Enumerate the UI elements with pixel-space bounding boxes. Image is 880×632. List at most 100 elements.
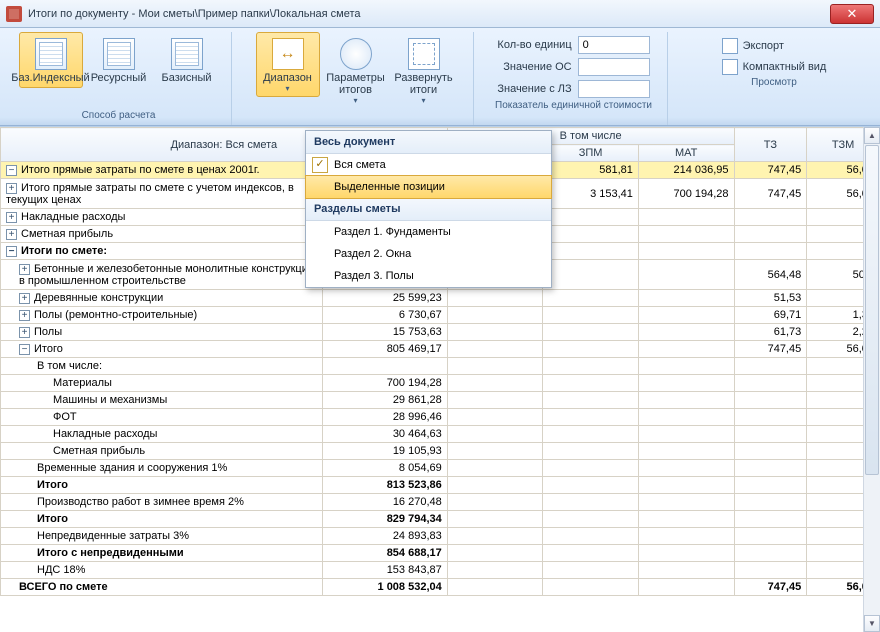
- tree-toggle-icon[interactable]: +: [19, 327, 30, 338]
- cell: [638, 460, 734, 477]
- export-icon: [722, 38, 738, 54]
- row-label: Деревянные конструкции: [34, 292, 163, 304]
- table-row[interactable]: ФОТ28 996,46: [1, 409, 880, 426]
- table-row[interactable]: Итого с непредвиденными 854 688,17: [1, 545, 880, 562]
- cell: [447, 477, 543, 494]
- table-row[interactable]: Накладные расходы30 464,63: [1, 426, 880, 443]
- cell: [638, 392, 734, 409]
- cell: 1 008 532,04: [323, 579, 448, 596]
- cell: [734, 562, 807, 579]
- cell: [543, 579, 639, 596]
- cell: [447, 426, 543, 443]
- cell: [447, 528, 543, 545]
- table-row[interactable]: +Полы15 753,6361,732,23: [1, 324, 880, 341]
- cell: [638, 324, 734, 341]
- tree-toggle-icon[interactable]: +: [6, 229, 17, 240]
- range-icon: [272, 38, 304, 70]
- row-label: Сметная прибыль: [53, 445, 145, 457]
- row-label: ВСЕГО по смете: [19, 581, 108, 593]
- table-row[interactable]: Материалы700 194,28: [1, 375, 880, 392]
- cell: 61,73: [734, 324, 807, 341]
- resource-label: Ресурсный: [91, 72, 147, 84]
- cell: [447, 358, 543, 375]
- params-button[interactable]: Параметры итогов▾: [324, 32, 388, 109]
- cell: [447, 324, 543, 341]
- table-row[interactable]: НДС 18% 153 843,87: [1, 562, 880, 579]
- dropdown-item[interactable]: Раздел 2. Окна: [306, 243, 551, 265]
- cell: [543, 545, 639, 562]
- cell: 747,45: [734, 579, 807, 596]
- cell: [638, 260, 734, 290]
- resource-button[interactable]: Ресурсный: [87, 32, 151, 88]
- row-label: Машины и механизмы: [53, 394, 167, 406]
- row-label: В том числе:: [37, 360, 102, 372]
- close-button[interactable]: ✕: [830, 4, 874, 24]
- table-row[interactable]: Итого813 523,86: [1, 477, 880, 494]
- cell: [543, 392, 639, 409]
- params-label: Параметры итогов: [326, 72, 385, 96]
- param-input-2[interactable]: [578, 80, 650, 98]
- basis-icon: [171, 38, 203, 70]
- row-label: ФОТ: [53, 411, 77, 423]
- cell: 153 843,87: [323, 562, 448, 579]
- table-row[interactable]: Сметная прибыль19 105,93: [1, 443, 880, 460]
- dropdown-item[interactable]: Раздел 1. Фундаменты: [306, 221, 551, 243]
- row-label: Накладные расходы: [21, 211, 125, 223]
- cell: [734, 528, 807, 545]
- cell: [638, 243, 734, 260]
- dropdown-item[interactable]: Выделенные позиции: [305, 175, 552, 199]
- cell: 25 599,23: [323, 290, 448, 307]
- tree-toggle-icon[interactable]: +: [19, 310, 30, 321]
- basis-button[interactable]: Базисный: [155, 32, 219, 88]
- range-button[interactable]: Диапазон▾: [256, 32, 320, 97]
- row-label: Сметная прибыль: [21, 228, 113, 240]
- row-label: НДС 18%: [37, 564, 85, 576]
- scroll-down-icon[interactable]: ▼: [864, 615, 880, 632]
- tree-toggle-icon[interactable]: +: [19, 264, 30, 275]
- tree-toggle-icon[interactable]: −: [6, 165, 17, 176]
- cell: [543, 528, 639, 545]
- row-label: Бетонные и железобетонные монолитные кон…: [19, 263, 314, 287]
- dropdown-header-sections: Разделы сметы: [306, 198, 551, 221]
- table-row[interactable]: Итого829 794,34: [1, 511, 880, 528]
- cell: [734, 375, 807, 392]
- table-row[interactable]: +Полы (ремонтно-строительные)6 730,6769,…: [1, 307, 880, 324]
- table-row[interactable]: +Деревянные конструкции25 599,2351,532: [1, 290, 880, 307]
- params-icon: [340, 38, 372, 70]
- cell: [638, 290, 734, 307]
- cell: 24 893,83: [323, 528, 448, 545]
- tree-toggle-icon[interactable]: −: [6, 246, 17, 257]
- param-input-1[interactable]: [578, 58, 650, 76]
- tree-toggle-icon[interactable]: −: [19, 344, 30, 355]
- cell: 854 688,17: [323, 545, 448, 562]
- scroll-thumb[interactable]: [865, 145, 879, 475]
- baz-index-button[interactable]: Баз.Индексный: [19, 32, 83, 88]
- table-row[interactable]: Непредвиденные затраты 3%24 893,83: [1, 528, 880, 545]
- tree-toggle-icon[interactable]: +: [19, 293, 30, 304]
- param-input-0[interactable]: [578, 36, 650, 54]
- cell: 829 794,34: [323, 511, 448, 528]
- cell: [734, 209, 807, 226]
- cell: [638, 307, 734, 324]
- tree-toggle-icon[interactable]: +: [6, 212, 17, 223]
- table-row[interactable]: −Итого805 469,17747,4556,01: [1, 341, 880, 358]
- table-row[interactable]: В том числе:: [1, 358, 880, 375]
- expand-button[interactable]: Развернуть итоги▾: [392, 32, 456, 109]
- table-row[interactable]: ВСЕГО по смете1 008 532,04747,4556,01: [1, 579, 880, 596]
- scroll-up-icon[interactable]: ▲: [864, 127, 880, 144]
- cell: [543, 260, 639, 290]
- cell: 747,45: [734, 162, 807, 179]
- vertical-scrollbar[interactable]: ▲ ▼: [863, 127, 880, 632]
- cell: [638, 562, 734, 579]
- row-label: Итого с непредвиденными: [37, 547, 184, 559]
- dropdown-item[interactable]: Вся смета: [306, 154, 551, 176]
- export-button[interactable]: Экспорт: [722, 38, 827, 54]
- table-row[interactable]: Временные здания и сооружения 1%8 054,69: [1, 460, 880, 477]
- table-row[interactable]: Производство работ в зимнее время 2%16 2…: [1, 494, 880, 511]
- compact-button[interactable]: Компактный вид: [722, 59, 827, 75]
- dropdown-item[interactable]: Раздел 3. Полы: [306, 265, 551, 287]
- cell: [447, 409, 543, 426]
- cell: [447, 460, 543, 477]
- tree-toggle-icon[interactable]: +: [6, 183, 17, 194]
- table-row[interactable]: Машины и механизмы29 861,28: [1, 392, 880, 409]
